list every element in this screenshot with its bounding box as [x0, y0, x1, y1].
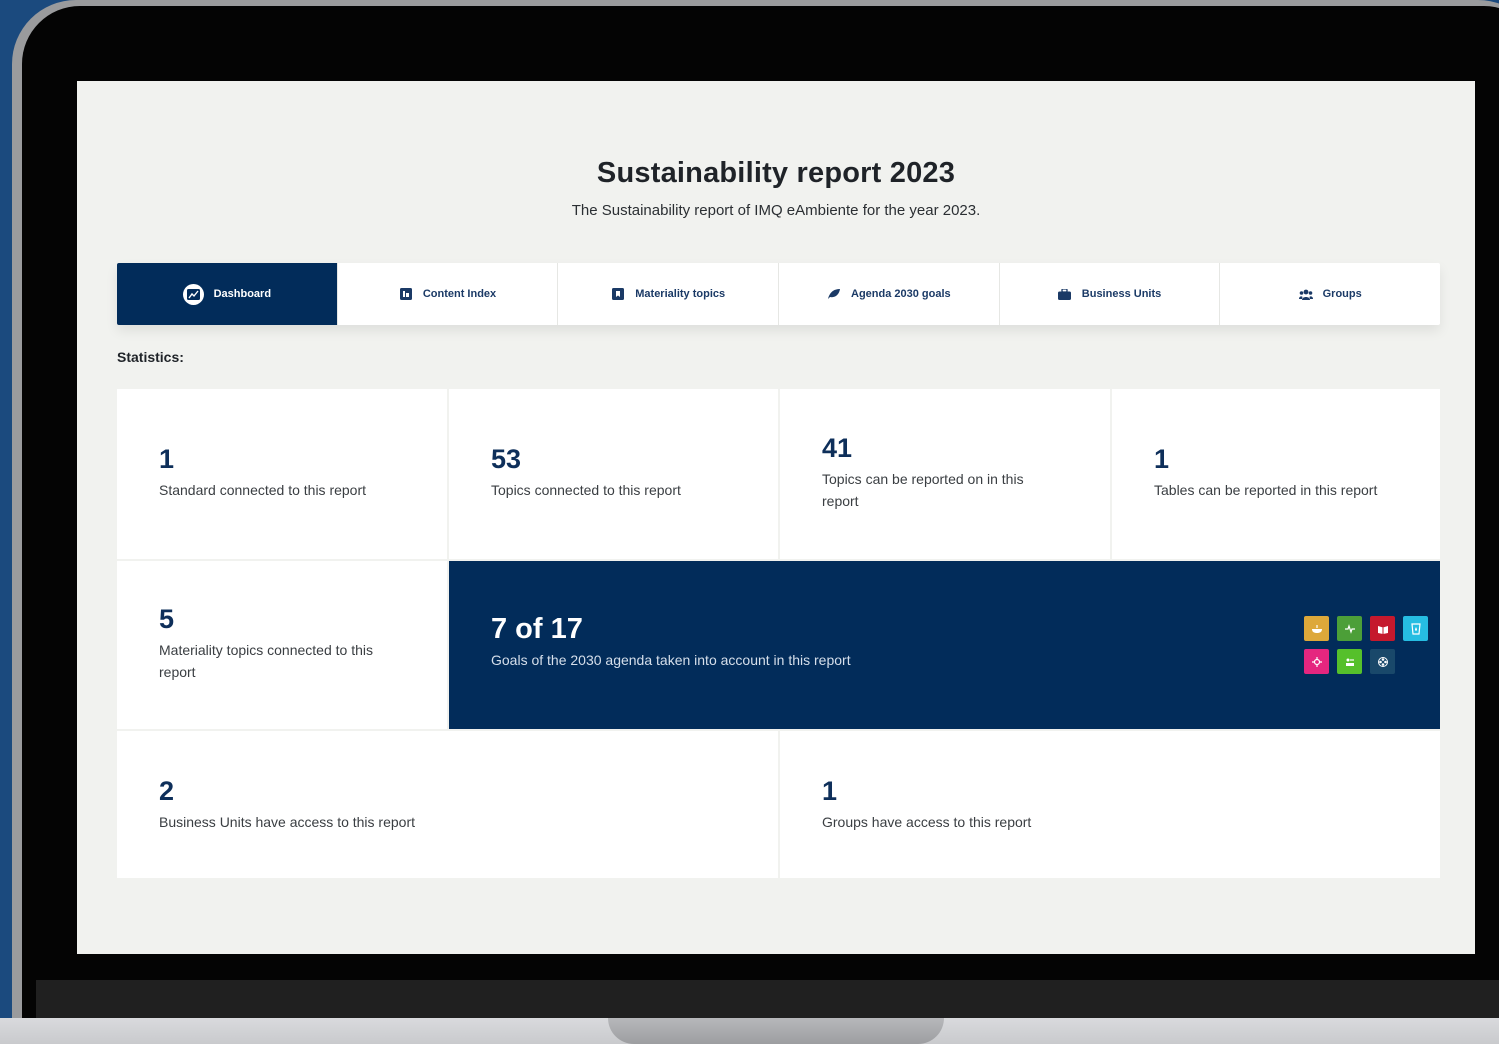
statistics-heading: Statistics:	[117, 349, 184, 365]
tab-label: Content Index	[422, 288, 497, 300]
sdg-8-icon	[1337, 649, 1362, 674]
stat-value: 2	[159, 776, 175, 806]
stat-value: 5	[159, 604, 175, 634]
sdg-4-icon	[1370, 616, 1395, 641]
tab-materiality-topics[interactable]: Materiality topics	[558, 263, 780, 325]
briefcase-icon	[1058, 287, 1072, 301]
sdg-3-icon	[1337, 616, 1362, 641]
tab-label: Materiality topics	[635, 288, 726, 300]
page-title: Sustainability report 2023	[596, 157, 956, 189]
stat-value: 7 of 17	[491, 613, 583, 645]
app-screen: Sustainability report 2023 The Sustainab…	[77, 81, 1475, 954]
tab-agenda-2030-goals[interactable]: Agenda 2030 goals	[779, 263, 1000, 325]
sdg-6-icon	[1403, 616, 1428, 641]
stat-card-materiality: 5 Materiality topics connected to this r…	[117, 561, 447, 729]
stat-text: Tables can be reported in this report	[1154, 482, 1378, 498]
stat-card-groups: 1 Groups have access to this report	[780, 731, 1440, 878]
sdg-2-icon	[1304, 616, 1329, 641]
stat-value: 41	[822, 433, 853, 463]
stat-card-reportable-topics: 41 Topics can be reported on in this rep…	[780, 389, 1110, 559]
list-icon	[399, 287, 413, 301]
tab-label: Dashboard	[213, 288, 272, 300]
stat-card-topics: 53 Topics connected to this report	[449, 389, 778, 559]
leaf-icon	[827, 287, 841, 301]
sdg-5-icon	[1304, 649, 1329, 674]
stat-text: Goals of the 2030 agenda taken into acco…	[491, 652, 851, 668]
stat-card-agenda-goals: 7 of 17 Goals of the 2030 agenda taken i…	[449, 561, 1440, 729]
stat-card-tables: 1 Tables can be reported in this report	[1112, 389, 1440, 559]
stat-text: Standard connected to this report	[159, 482, 367, 498]
tab-dashboard[interactable]: Dashboard	[117, 263, 338, 325]
stat-value: 53	[491, 444, 522, 474]
stat-value: 1	[1154, 444, 1170, 474]
stat-value: 1	[822, 776, 838, 806]
page-subtitle: The Sustainability report of IMQ eAmbien…	[571, 202, 981, 219]
stat-card-business-units: 2 Business Units have access to this rep…	[117, 731, 778, 878]
tab-bar: Dashboard Content Index Materiality topi…	[117, 263, 1440, 325]
stat-text: Topics connected to this report	[491, 482, 681, 498]
sdg-17-icon	[1370, 649, 1395, 674]
stat-card-standard: 1 Standard connected to this report	[117, 389, 447, 559]
tab-content-index[interactable]: Content Index	[338, 263, 559, 325]
stat-value: 1	[159, 444, 175, 474]
tab-label: Agenda 2030 goals	[851, 288, 951, 300]
tab-business-units[interactable]: Business Units	[1000, 263, 1221, 325]
users-icon	[1298, 287, 1313, 301]
stat-text: Topics can be reported on in this report	[822, 471, 1024, 509]
stat-text: Materiality topics connected to this rep…	[159, 642, 373, 680]
stat-text: Business Units have access to this repor…	[159, 814, 416, 830]
laptop-notch	[608, 1018, 944, 1044]
tab-groups[interactable]: Groups	[1220, 263, 1440, 325]
laptop-bezel-chin	[36, 980, 1499, 1018]
bookmark-icon	[611, 287, 625, 301]
chart-icon	[182, 283, 204, 305]
tab-label: Groups	[1322, 288, 1362, 300]
stat-text: Groups have access to this report	[822, 814, 1032, 830]
tab-label: Business Units	[1081, 288, 1162, 300]
sdg-icon-grid	[1304, 616, 1430, 676]
